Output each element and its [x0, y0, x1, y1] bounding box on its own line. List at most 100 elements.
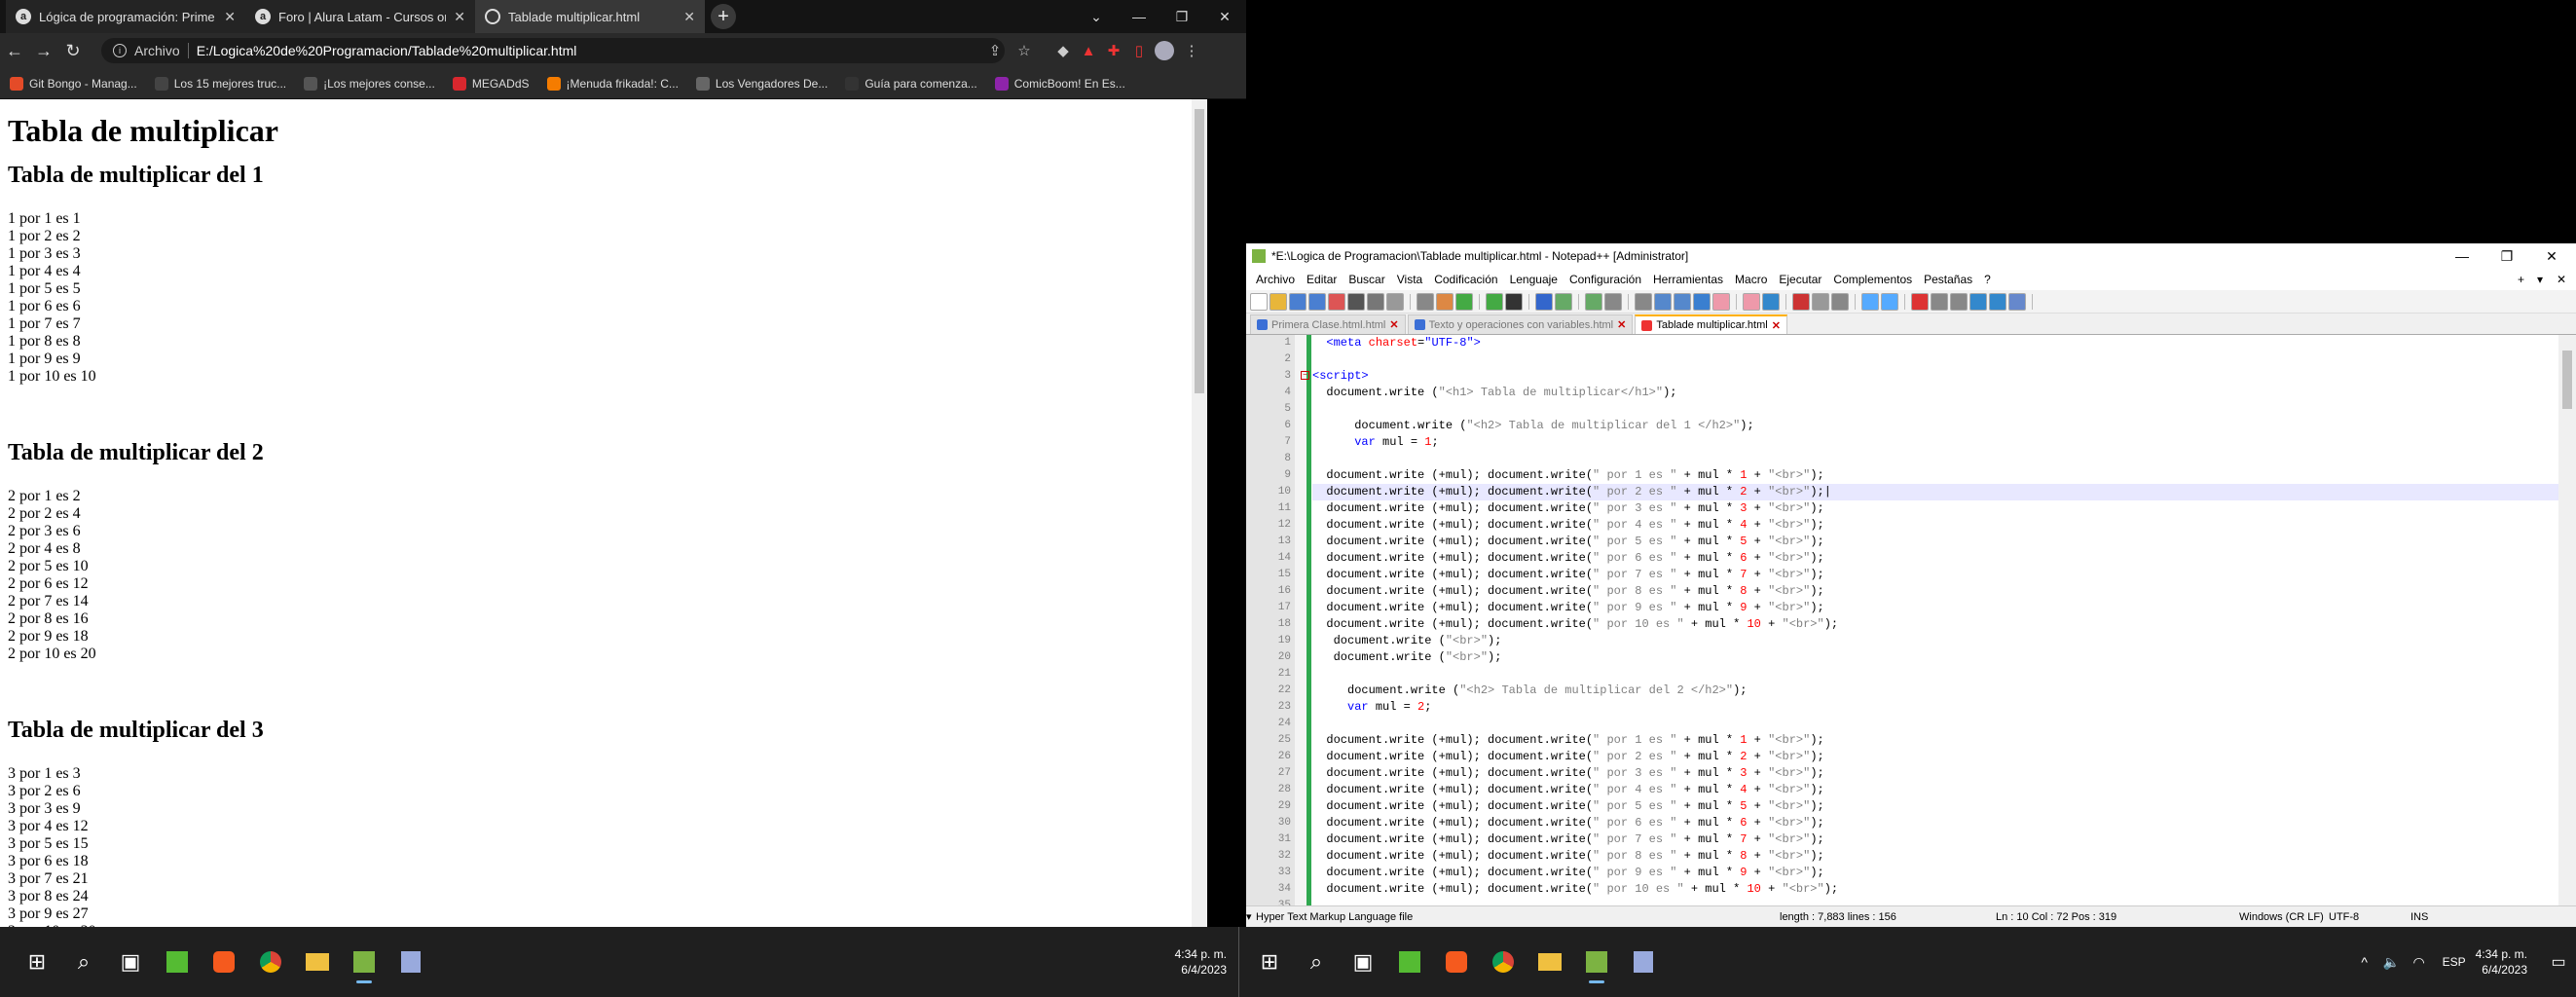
toolbar-button-icon[interactable] [1455, 292, 1473, 311]
chevron-down-icon[interactable]: ⌄ [1075, 0, 1118, 33]
restore-button[interactable]: ❐ [2484, 243, 2529, 269]
chrome-icon[interactable] [1480, 939, 1527, 985]
code-line[interactable]: 17 document.write (+mul); document.write… [1278, 600, 2558, 616]
editor-tab[interactable]: Primera Clase.html.html ✕ [1250, 314, 1406, 334]
code-line[interactable]: 7 var mul = 1; [1284, 434, 2558, 451]
code-line[interactable]: 14 document.write (+mul); document.write… [1278, 550, 2558, 567]
app-icon[interactable] [154, 939, 201, 985]
puzzle-icon[interactable]: ✚ [1102, 39, 1125, 62]
back-icon[interactable]: ← [0, 36, 29, 65]
bookmark-item[interactable]: Los 15 mejores truc... [154, 76, 286, 91]
code-line[interactable]: 28 document.write (+mul); document.write… [1278, 782, 2558, 798]
notepad-icon[interactable] [387, 939, 434, 985]
editor-scrollbar[interactable] [2558, 335, 2576, 905]
close-icon[interactable]: ✕ [1772, 319, 1781, 332]
sidebar-icon[interactable]: ▯ [1127, 39, 1151, 62]
task-view-icon[interactable]: ▣ [1340, 939, 1386, 985]
code-line[interactable]: 26 document.write (+mul); document.write… [1278, 749, 2558, 765]
toolbar-button-icon[interactable] [1654, 292, 1672, 311]
menu-item[interactable]: ? [1978, 273, 1997, 286]
folder-icon[interactable] [294, 939, 341, 985]
menu-item[interactable]: Buscar [1343, 273, 1390, 286]
menu-item[interactable]: Codificación [1428, 273, 1503, 286]
code-editor[interactable]: 1 <meta charset="UTF-8"> 2 3 <script> −4 doc… [1246, 335, 2576, 905]
code-line[interactable]: 22 document.write ("<h2> Tabla de multip… [1278, 683, 2558, 699]
toolbar-button-icon[interactable] [1635, 292, 1652, 311]
toolbar-button-icon[interactable] [1604, 292, 1622, 311]
toolbar-button-icon[interactable] [1308, 292, 1326, 311]
toolbar-button-icon[interactable] [1812, 292, 1829, 311]
code-line[interactable]: 27 document.write (+mul); document.write… [1278, 765, 2558, 782]
language-indicator[interactable]: ESP [2443, 955, 2466, 969]
new-tab-button[interactable]: + [711, 4, 736, 29]
toolbar-button-icon[interactable] [1347, 292, 1365, 311]
toolbar-button-icon[interactable] [1486, 292, 1503, 311]
code-line[interactable]: 4 document.write ("<h1> Tabla de multipl… [1284, 385, 2558, 401]
toolbar-button-icon[interactable] [1328, 292, 1345, 311]
code-line[interactable]: 13 document.write (+mul); document.write… [1278, 534, 2558, 550]
minimize-button[interactable]: — [1118, 0, 1160, 33]
close-window-button[interactable]: ✕ [1203, 0, 1246, 33]
browser-tab-2[interactable]: Tablade multiplicar.html ✕ [475, 0, 705, 33]
close-icon[interactable]: ✕ [683, 9, 695, 25]
code-line[interactable]: 19 document.write ("<br>"); [1278, 633, 2558, 649]
code-line[interactable]: 21 [1278, 666, 2558, 683]
menu-item[interactable]: Ejecutar [1773, 273, 1827, 286]
close-icon[interactable]: ✕ [224, 9, 236, 25]
toolbar-button-icon[interactable] [1535, 292, 1553, 311]
toolbar-button-icon[interactable] [1792, 292, 1810, 311]
star-icon[interactable]: ☆ [1012, 39, 1036, 62]
code-line[interactable]: 30 document.write (+mul); document.write… [1278, 815, 2558, 831]
code-line[interactable]: 20 document.write ("<br>"); [1278, 649, 2558, 666]
info-icon[interactable]: i [113, 44, 127, 57]
code-line[interactable]: 6 document.write ("<h2> Tabla de multipl… [1284, 418, 2558, 434]
toolbar-button-icon[interactable] [1585, 292, 1602, 311]
extension-icon[interactable]: ◆ [1051, 39, 1075, 62]
code-line[interactable]: 25 document.write (+mul); document.write… [1278, 732, 2558, 749]
plus-icon[interactable]: + [2512, 273, 2530, 286]
code-line[interactable]: 2 [1284, 351, 2558, 368]
notepadpp-icon[interactable] [341, 939, 387, 985]
menu-item[interactable]: Pestañas [1918, 273, 1978, 286]
menu-item[interactable]: Herramientas [1647, 273, 1729, 286]
toolbar-button-icon[interactable] [1417, 292, 1434, 311]
close-window-button[interactable]: ✕ [2529, 243, 2574, 269]
close-icon[interactable]: ✕ [1617, 318, 1626, 331]
clock[interactable]: 4:34 p. m. 6/4/2023 [2476, 946, 2527, 978]
menu-item[interactable]: Configuración [1564, 273, 1647, 286]
code-line[interactable]: 12 document.write (+mul); document.write… [1278, 517, 2558, 534]
menu-item[interactable]: Macro [1729, 273, 1773, 286]
volume-icon[interactable]: 🔈 [2378, 939, 2406, 985]
menu-item[interactable]: Vista [1391, 273, 1428, 286]
code-line[interactable]: 9 document.write (+mul); document.write(… [1284, 467, 2558, 484]
chevron-down-icon[interactable]: ▾ [2531, 273, 2549, 286]
code-line[interactable]: 5 [1284, 401, 2558, 418]
windows-start-icon[interactable]: ⊞ [14, 939, 60, 985]
code-line[interactable]: 34 document.write (+mul); document.write… [1278, 881, 2558, 898]
search-icon[interactable]: ⌕ [1293, 939, 1340, 985]
menu-item[interactable]: Archivo [1250, 273, 1301, 286]
bookmark-item[interactable]: MEGADdS [452, 76, 530, 91]
page-scrollbar[interactable] [1192, 99, 1207, 997]
restore-button[interactable]: ❐ [1160, 0, 1203, 33]
avatar[interactable] [1153, 39, 1176, 62]
menu-icon[interactable]: ⋮ [1180, 39, 1203, 62]
windows-start-icon[interactable]: ⊞ [1246, 939, 1293, 985]
code-line[interactable]: 8 [1284, 451, 2558, 467]
close-icon[interactable]: ✕ [2551, 273, 2572, 286]
code-line[interactable]: 23 var mul = 2; [1278, 699, 2558, 716]
toolbar-button-icon[interactable] [1289, 292, 1306, 311]
code-line[interactable]: 3 <script> − [1284, 368, 2558, 385]
url-text[interactable]: E:/Logica%20de%20Programacion/Tablade%20… [197, 43, 577, 58]
minimize-button[interactable]: — [2440, 243, 2484, 269]
reload-icon[interactable]: ↻ [58, 36, 88, 65]
browser-tab-1[interactable]: a Foro | Alura Latam - Cursos onli ✕ [245, 0, 475, 33]
code-line[interactable]: 31 document.write (+mul); document.write… [1278, 831, 2558, 848]
toolbar-button-icon[interactable] [1989, 292, 2006, 311]
code-line[interactable]: 10 document.write (+mul); document.write… [1278, 484, 2558, 500]
browser-tab-0[interactable]: a Lógica de programación: Prime ✕ [6, 0, 245, 33]
menu-item[interactable]: Complementos [1827, 273, 1918, 286]
toolbar-button-icon[interactable] [1505, 292, 1523, 311]
forward-icon[interactable]: → [29, 36, 58, 65]
editor-tab[interactable]: Texto y operaciones con variables.html ✕ [1407, 314, 1634, 334]
